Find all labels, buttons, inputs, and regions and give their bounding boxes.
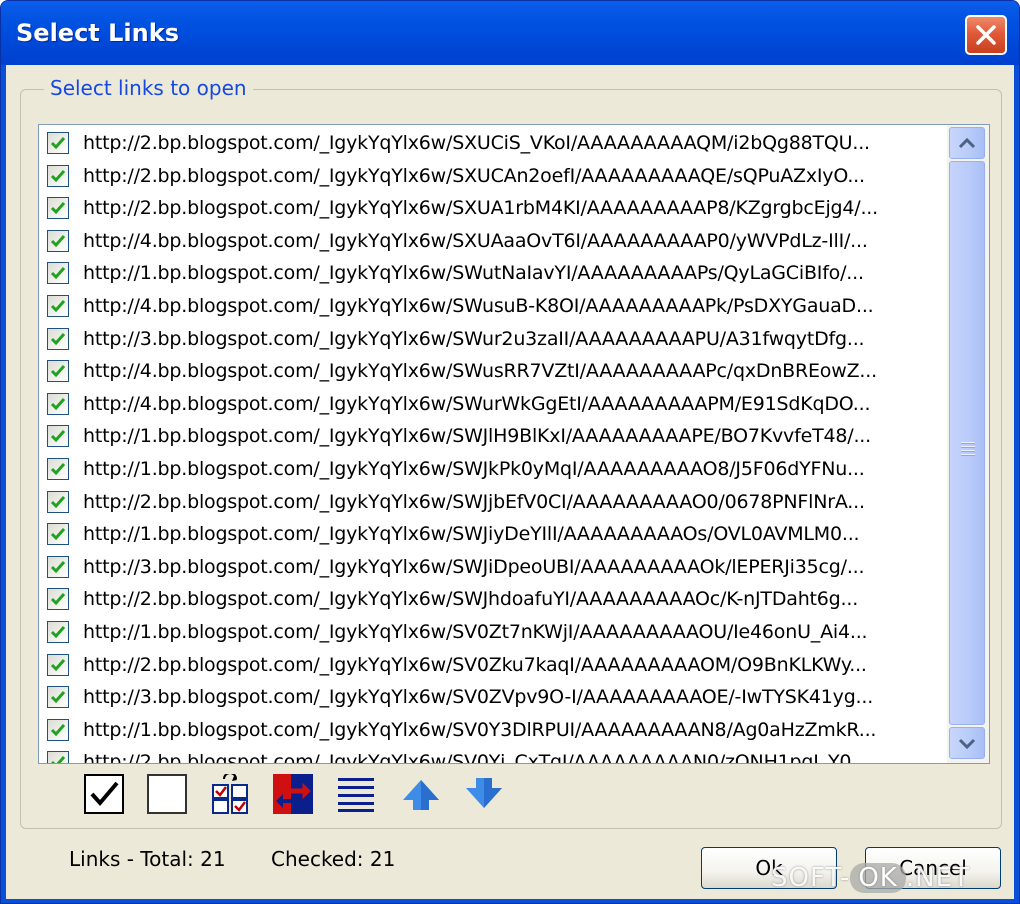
link-checkbox[interactable] bbox=[47, 621, 69, 643]
dialog-client-area: Select links to open http://2.bp.blogspo… bbox=[6, 65, 1014, 899]
scroll-down-button[interactable] bbox=[949, 727, 985, 759]
link-checkbox[interactable] bbox=[47, 490, 69, 513]
move-up-icon bbox=[401, 774, 441, 818]
vertical-scrollbar[interactable] bbox=[947, 125, 989, 763]
link-checkbox[interactable] bbox=[47, 262, 69, 285]
link-url: http://2.bp.blogspot.com/_IgykYqYlx6w/SW… bbox=[83, 490, 865, 513]
link-url: http://3.bp.blogspot.com/_IgykYqYlx6w/SV… bbox=[83, 686, 874, 709]
close-icon bbox=[975, 24, 997, 46]
select-links-window: Select Links Select links to open http:/… bbox=[0, 0, 1020, 904]
move-down-icon bbox=[464, 774, 504, 818]
list-item[interactable]: http://1.bp.blogspot.com/_IgykYqYlx6w/SW… bbox=[39, 257, 947, 289]
link-url: http://2.bp.blogspot.com/_IgykYqYlx6w/SV… bbox=[83, 751, 869, 764]
list-item[interactable]: http://3.bp.blogspot.com/_IgykYqYlx6w/SW… bbox=[39, 323, 947, 355]
link-checkbox[interactable] bbox=[47, 229, 69, 252]
list-item[interactable]: http://4.bp.blogspot.com/_IgykYqYlx6w/SX… bbox=[39, 225, 947, 257]
invert-selection-icon bbox=[210, 772, 250, 818]
group-label: Select links to open bbox=[44, 76, 253, 100]
link-url: http://2.bp.blogspot.com/_IgykYqYlx6w/SV… bbox=[83, 653, 867, 676]
link-url: http://4.bp.blogspot.com/_IgykYqYlx6w/SX… bbox=[83, 229, 868, 252]
chevron-up-icon bbox=[958, 134, 976, 153]
link-url: http://3.bp.blogspot.com/_IgykYqYlx6w/SW… bbox=[83, 327, 865, 350]
link-checkbox[interactable] bbox=[47, 295, 69, 317]
link-url: http://2.bp.blogspot.com/_IgykYqYlx6w/SW… bbox=[83, 588, 859, 611]
list-item[interactable]: http://2.bp.blogspot.com/_IgykYqYlx6w/SV… bbox=[39, 649, 947, 681]
list-item[interactable]: http://2.bp.blogspot.com/_IgykYqYlx6w/SW… bbox=[39, 486, 947, 518]
close-button[interactable] bbox=[965, 15, 1007, 55]
check-all-button[interactable] bbox=[83, 774, 125, 818]
link-checkbox[interactable] bbox=[47, 327, 69, 350]
scroll-up-button[interactable] bbox=[949, 127, 985, 159]
link-url: http://1.bp.blogspot.com/_IgykYqYlx6w/SW… bbox=[83, 458, 865, 480]
list-item[interactable]: http://4.bp.blogspot.com/_IgykYqYlx6w/SW… bbox=[39, 388, 947, 420]
filter-list-button[interactable] bbox=[335, 775, 377, 817]
uncheck-all-button[interactable] bbox=[146, 774, 188, 818]
list-item[interactable]: http://1.bp.blogspot.com/_IgykYqYlx6w/SV… bbox=[39, 714, 947, 746]
link-url: http://3.bp.blogspot.com/_IgykYqYlx6w/SW… bbox=[83, 555, 865, 578]
link-checkbox[interactable] bbox=[47, 686, 69, 709]
filter-list-icon bbox=[336, 774, 376, 818]
watermark-right: .NET bbox=[905, 863, 970, 893]
link-checkbox[interactable] bbox=[47, 132, 69, 154]
check-all-icon bbox=[84, 774, 124, 818]
checked-links-label: Checked: 21 bbox=[271, 847, 396, 871]
link-url: http://1.bp.blogspot.com/_IgykYqYlx6w/SW… bbox=[83, 523, 860, 546]
link-checkbox[interactable] bbox=[47, 555, 69, 578]
link-checkbox[interactable] bbox=[47, 718, 69, 741]
link-url: http://2.bp.blogspot.com/_IgykYqYlx6w/SX… bbox=[83, 164, 865, 187]
link-checkbox[interactable] bbox=[47, 197, 69, 220]
window-title: Select Links bbox=[16, 19, 179, 47]
list-item[interactable]: http://4.bp.blogspot.com/_IgykYqYlx6w/SW… bbox=[39, 355, 947, 387]
link-url: http://4.bp.blogspot.com/_IgykYqYlx6w/SW… bbox=[83, 392, 871, 415]
link-url: http://4.bp.blogspot.com/_IgykYqYlx6w/SW… bbox=[83, 360, 877, 383]
link-checkbox[interactable] bbox=[47, 458, 69, 480]
list-item[interactable]: http://1.bp.blogspot.com/_IgykYqYlx6w/SW… bbox=[39, 518, 947, 550]
list-item[interactable]: http://2.bp.blogspot.com/_IgykYqYlx6w/SX… bbox=[39, 160, 947, 192]
link-checkbox[interactable] bbox=[47, 164, 69, 187]
links-listbox[interactable]: http://2.bp.blogspot.com/_IgykYqYlx6w/SX… bbox=[38, 124, 990, 764]
watermark-left: SOFT- bbox=[771, 863, 851, 893]
link-checkbox[interactable] bbox=[47, 425, 69, 448]
list-item[interactable]: http://2.bp.blogspot.com/_IgykYqYlx6w/SW… bbox=[39, 583, 947, 615]
link-url: http://2.bp.blogspot.com/_IgykYqYlx6w/SX… bbox=[83, 132, 870, 154]
grip-icon bbox=[961, 442, 975, 458]
move-down-button[interactable] bbox=[463, 775, 505, 817]
list-item[interactable]: http://3.bp.blogspot.com/_IgykYqYlx6w/SW… bbox=[39, 551, 947, 583]
swap-icon bbox=[273, 774, 313, 818]
chevron-down-icon bbox=[958, 734, 976, 753]
watermark-ok: OK bbox=[850, 863, 906, 893]
invert-selection-button[interactable] bbox=[209, 772, 251, 818]
title-bar[interactable]: Select Links bbox=[1, 1, 1019, 65]
uncheck-all-icon bbox=[147, 774, 187, 818]
link-url: http://4.bp.blogspot.com/_IgykYqYlx6w/SW… bbox=[83, 295, 874, 317]
link-url: http://2.bp.blogspot.com/_IgykYqYlx6w/SX… bbox=[83, 197, 878, 220]
watermark: SOFT- OK .NET bbox=[771, 863, 970, 893]
link-checkbox[interactable] bbox=[47, 588, 69, 611]
swap-button[interactable] bbox=[272, 774, 314, 818]
link-url: http://1.bp.blogspot.com/_IgykYqYlx6w/SW… bbox=[83, 262, 864, 285]
list-item[interactable]: http://2.bp.blogspot.com/_IgykYqYlx6w/SX… bbox=[39, 192, 947, 224]
link-checkbox[interactable] bbox=[47, 653, 69, 676]
list-item[interactable]: http://2.bp.blogspot.com/_IgykYqYlx6w/SV… bbox=[39, 746, 947, 764]
list-item[interactable]: http://1.bp.blogspot.com/_IgykYqYlx6w/SW… bbox=[39, 420, 947, 452]
scroll-thumb[interactable] bbox=[949, 161, 985, 725]
link-url: http://1.bp.blogspot.com/_IgykYqYlx6w/SW… bbox=[83, 425, 871, 448]
link-checkbox[interactable] bbox=[47, 360, 69, 383]
total-links-label: Links - Total: 21 bbox=[69, 847, 226, 871]
link-checkbox[interactable] bbox=[47, 392, 69, 415]
link-url: http://1.bp.blogspot.com/_IgykYqYlx6w/SV… bbox=[83, 718, 877, 741]
list-item[interactable]: http://2.bp.blogspot.com/_IgykYqYlx6w/SX… bbox=[39, 127, 947, 159]
link-url: http://1.bp.blogspot.com/_IgykYqYlx6w/SV… bbox=[83, 621, 868, 643]
link-checkbox[interactable] bbox=[47, 751, 69, 763]
move-up-button[interactable] bbox=[400, 775, 442, 817]
list-item[interactable]: http://1.bp.blogspot.com/_IgykYqYlx6w/SW… bbox=[39, 453, 947, 485]
list-item[interactable]: http://4.bp.blogspot.com/_IgykYqYlx6w/SW… bbox=[39, 290, 947, 322]
link-checkbox[interactable] bbox=[47, 523, 69, 546]
list-item[interactable]: http://3.bp.blogspot.com/_IgykYqYlx6w/SV… bbox=[39, 681, 947, 713]
list-item[interactable]: http://1.bp.blogspot.com/_IgykYqYlx6w/SV… bbox=[39, 616, 947, 648]
